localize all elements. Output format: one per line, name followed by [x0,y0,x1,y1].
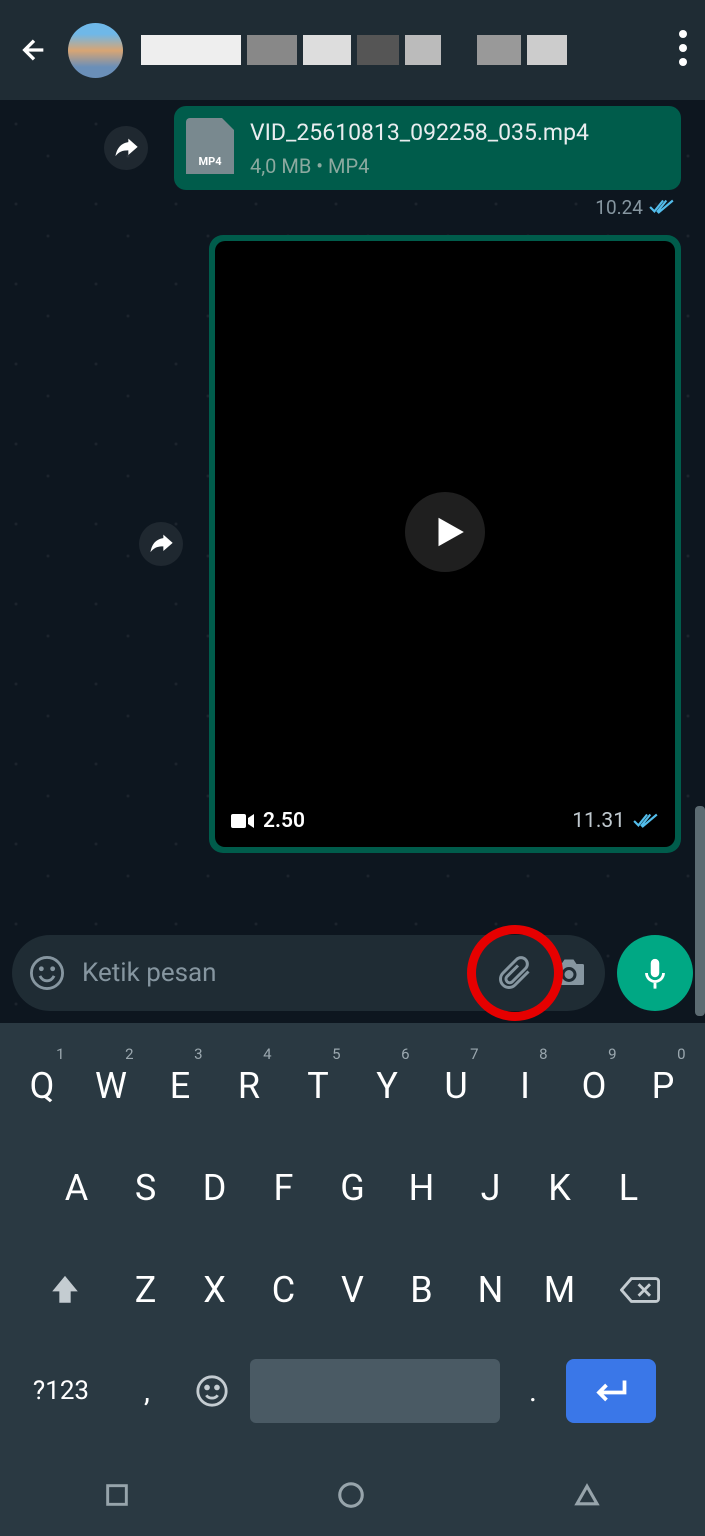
key-h[interactable]: H [389,1141,454,1235]
message-input-pill: Ketik pesan [12,935,605,1011]
video-message-bubble[interactable]: 2.50 11.31 [209,235,681,853]
enter-key[interactable] [566,1359,656,1423]
key-m[interactable]: M [527,1243,592,1337]
chat-header [0,0,705,100]
backspace-key[interactable] [594,1243,686,1337]
read-receipt-icon [649,198,675,216]
key-g[interactable]: G [320,1141,385,1235]
video-camera-icon [231,812,255,830]
voice-message-button[interactable] [617,935,693,1011]
forward-icon[interactable] [139,522,183,566]
key-b[interactable]: B [389,1243,454,1337]
virtual-keyboard: Q1W2E3R4T5Y6U7I8O9P0 ASDFGHJKL ZXCVBNM ?… [0,1023,705,1536]
scrollbar[interactable] [695,806,705,1016]
home-button[interactable] [336,1480,366,1514]
comma-key[interactable]: , [120,1374,174,1409]
key-k[interactable]: K [527,1141,592,1235]
android-nav-bar [0,1458,705,1536]
space-key[interactable] [250,1359,500,1423]
contact-name[interactable] [141,30,661,70]
play-button[interactable] [405,492,485,572]
key-i[interactable]: I8 [493,1039,558,1133]
read-receipt-icon [633,812,659,830]
file-message-bubble[interactable]: MP4 VID_25610813_092258_035.mp4 4,0 MB •… [174,106,681,190]
period-key[interactable]: . [506,1374,560,1409]
back-nav-button[interactable] [572,1480,602,1514]
file-meta: 4,0 MB • MP4 [250,154,669,178]
key-x[interactable]: X [182,1243,247,1337]
key-q[interactable]: Q1 [10,1039,75,1133]
file-name: VID_25610813_092258_035.mp4 [250,118,669,148]
key-a[interactable]: A [44,1141,109,1235]
key-c[interactable]: C [251,1243,316,1337]
key-y[interactable]: Y6 [355,1039,420,1133]
key-r[interactable]: R4 [217,1039,282,1133]
key-e[interactable]: E3 [148,1039,213,1133]
key-u[interactable]: U7 [424,1039,489,1133]
key-j[interactable]: J [458,1141,523,1235]
key-w[interactable]: W2 [79,1039,144,1133]
emoji-button[interactable] [30,956,64,990]
file-type-icon: MP4 [186,118,234,174]
key-o[interactable]: O9 [562,1039,627,1133]
key-s[interactable]: S [113,1141,178,1235]
more-menu-button[interactable] [679,30,687,70]
message-input[interactable]: Ketik pesan [82,958,479,988]
back-button[interactable] [18,34,50,66]
key-f[interactable]: F [251,1141,316,1235]
key-t[interactable]: T5 [286,1039,351,1133]
key-v[interactable]: V [320,1243,385,1337]
message-time: 10.24 [174,196,675,219]
contact-avatar[interactable] [68,23,123,78]
symbols-key[interactable]: ?123 [8,1376,114,1406]
forward-icon[interactable] [104,126,148,170]
key-z[interactable]: Z [113,1243,178,1337]
attach-button[interactable] [497,955,533,991]
video-duration: 2.50 [231,809,305,833]
key-n[interactable]: N [458,1243,523,1337]
key-l[interactable]: L [596,1141,661,1235]
chat-messages[interactable]: MP4 VID_25610813_092258_035.mp4 4,0 MB •… [0,100,705,1023]
key-d[interactable]: D [182,1141,247,1235]
camera-button[interactable] [551,955,587,991]
shift-key[interactable] [19,1243,111,1337]
key-p[interactable]: P0 [631,1039,696,1133]
message-time: 11.31 [572,809,659,833]
recent-apps-button[interactable] [103,1481,131,1513]
emoji-key[interactable] [180,1374,244,1408]
message-input-bar: Ketik pesan [12,933,693,1013]
video-thumbnail[interactable]: 2.50 11.31 [215,241,675,847]
